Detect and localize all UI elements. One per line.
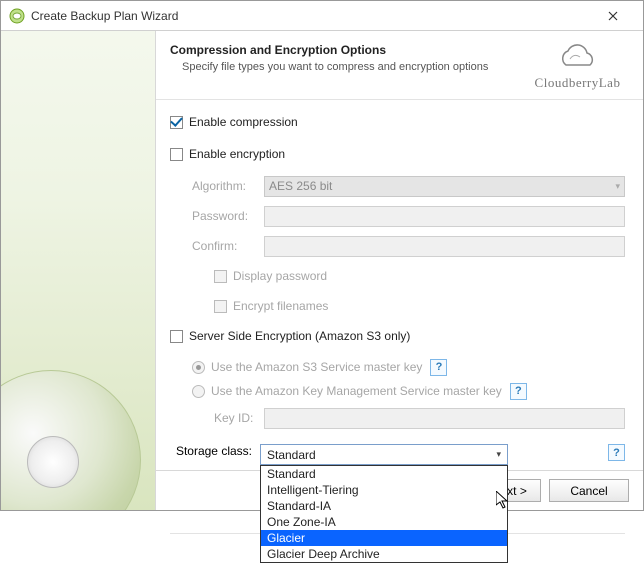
enable-compression-label: Enable compression: [189, 115, 298, 129]
brand-logo: CloudberryLab: [530, 43, 625, 91]
sse-option1-row: Use the Amazon S3 Service master key ?: [170, 356, 625, 378]
storage-class-label: Storage class:: [170, 444, 260, 458]
password-field: [264, 206, 625, 227]
storage-option[interactable]: Intelligent-Tiering: [261, 482, 507, 498]
sse-option1-radio: [192, 361, 205, 374]
key-id-row: Key ID:: [170, 406, 625, 430]
disc-graphic: [1, 370, 141, 510]
help-icon[interactable]: ?: [430, 359, 447, 376]
display-password-row: Display password: [170, 264, 625, 288]
storage-option[interactable]: Standard-IA: [261, 498, 507, 514]
content-pane: Compression and Encryption Options Speci…: [156, 31, 643, 510]
algorithm-combo: AES 256 bit ▾: [264, 176, 625, 197]
enable-encryption-checkbox[interactable]: [170, 148, 183, 161]
storage-class-row: Storage class: Standard ▾ StandardIntell…: [170, 444, 625, 465]
sse-option2-row: Use the Amazon Key Management Service ma…: [170, 380, 625, 402]
enable-compression-checkbox[interactable]: [170, 116, 183, 129]
algorithm-value: AES 256 bit: [269, 179, 332, 193]
sse-label: Server Side Encryption (Amazon S3 only): [189, 329, 410, 343]
chevron-down-icon: ▾: [615, 181, 620, 192]
sse-option2-radio: [192, 385, 205, 398]
storage-class-combo[interactable]: Standard ▾: [260, 444, 508, 465]
cloud-icon: [554, 43, 602, 73]
storage-option[interactable]: Standard: [261, 466, 507, 482]
brand-name: CloudberryLab: [530, 75, 625, 91]
enable-encryption-row[interactable]: Enable encryption: [170, 142, 625, 166]
storage-option[interactable]: One Zone-IA: [261, 514, 507, 530]
confirm-field: [264, 236, 625, 257]
confirm-row: Confirm:: [170, 234, 625, 258]
storage-option[interactable]: Glacier: [261, 530, 507, 546]
confirm-label: Confirm:: [192, 239, 264, 253]
form-area: Enable compression Enable encryption Alg…: [156, 100, 643, 534]
titlebar: Create Backup Plan Wizard: [1, 1, 643, 31]
display-password-label: Display password: [233, 269, 327, 283]
encrypt-filenames-row: Encrypt filenames: [170, 294, 625, 318]
storage-option[interactable]: Glacier Deep Archive: [261, 546, 507, 562]
sse-option1-label: Use the Amazon S3 Service master key: [211, 360, 422, 374]
window-title: Create Backup Plan Wizard: [31, 9, 591, 23]
page-header: Compression and Encryption Options Speci…: [156, 31, 643, 100]
sse-row[interactable]: Server Side Encryption (Amazon S3 only): [170, 324, 625, 348]
close-button[interactable]: [591, 2, 635, 30]
encrypt-filenames-checkbox: [214, 300, 227, 313]
sse-checkbox[interactable]: [170, 330, 183, 343]
encrypt-filenames-label: Encrypt filenames: [233, 299, 328, 313]
next-button-label: xt >: [507, 484, 527, 498]
wizard-sidebar: [1, 31, 156, 510]
chevron-down-icon: ▾: [496, 449, 501, 460]
storage-class-value: Standard: [267, 448, 316, 462]
help-icon[interactable]: ?: [510, 383, 527, 400]
key-id-field: [264, 408, 625, 429]
app-icon: [9, 8, 25, 24]
enable-compression-row[interactable]: Enable compression: [170, 110, 625, 134]
page-subtitle: Specify file types you want to compress …: [170, 61, 490, 73]
storage-class-dropdown[interactable]: StandardIntelligent-TieringStandard-IAOn…: [260, 465, 508, 563]
cancel-button-label: Cancel: [570, 484, 607, 498]
enable-encryption-label: Enable encryption: [189, 147, 285, 161]
key-id-label: Key ID:: [214, 411, 264, 425]
algorithm-label: Algorithm:: [192, 179, 264, 193]
password-row: Password:: [170, 204, 625, 228]
password-label: Password:: [192, 209, 264, 223]
close-icon: [608, 11, 618, 21]
algorithm-row: Algorithm: AES 256 bit ▾: [170, 174, 625, 198]
page-title: Compression and Encryption Options: [170, 43, 530, 57]
sse-option2-label: Use the Amazon Key Management Service ma…: [211, 384, 502, 398]
help-icon[interactable]: ?: [608, 444, 625, 461]
display-password-checkbox: [214, 270, 227, 283]
cancel-button[interactable]: Cancel: [549, 479, 629, 502]
